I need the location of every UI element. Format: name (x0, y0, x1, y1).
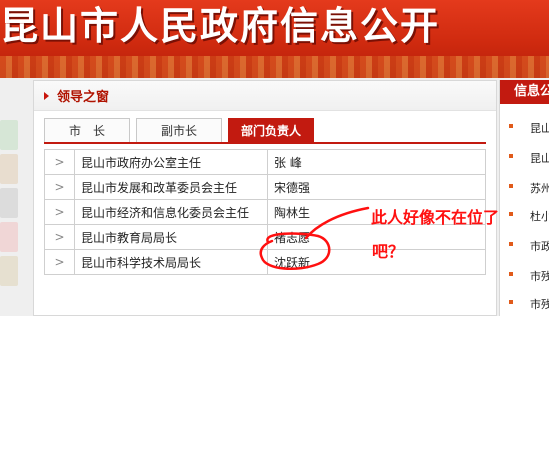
triangle-bullet-icon (44, 91, 49, 100)
table-row[interactable]: > 昆山市政府办公室主任 张 峰 (44, 149, 486, 175)
person-name[interactable]: 宋德强 (267, 174, 486, 200)
chevron-right-icon: > (44, 174, 75, 200)
info-panel-title: 信息公 (500, 80, 549, 104)
info-list-item[interactable]: 市政 (509, 238, 549, 254)
square-bullet-icon (509, 184, 513, 188)
panel-header: 领导之窗 (34, 81, 496, 111)
tab-department-heads[interactable]: 部门负责人 (228, 118, 314, 142)
tab-vice-mayor[interactable]: 副市长 (136, 118, 222, 142)
left-decorative-tiles (0, 120, 22, 316)
department-name[interactable]: 昆山市经济和信息化委员会主任 (74, 199, 268, 225)
square-bullet-icon (509, 212, 513, 216)
person-name[interactable]: 张 峰 (267, 149, 486, 175)
chevron-right-icon: > (44, 199, 75, 225)
department-name[interactable]: 昆山市发展和改革委员会主任 (74, 174, 268, 200)
square-bullet-icon (509, 300, 513, 304)
table-row[interactable]: > 昆山市教育局局长 褚志愿 (44, 224, 486, 250)
annotation-text: 此人好像不在位了 (371, 208, 500, 227)
department-name[interactable]: 昆山市教育局局长 (74, 224, 268, 250)
leader-tabs: 市 长 副市长 部门负责人 (44, 118, 320, 142)
department-name[interactable]: 昆山市政府办公室主任 (74, 149, 268, 175)
square-bullet-icon (509, 272, 513, 276)
leaders-panel: 领导之窗 市 长 副市长 部门负责人 > 昆山市政府办公室主任 张 峰 > 昆山… (33, 80, 497, 316)
info-disclosure-panel: 信息公 昆山 昆山 苏州 杜小 市政 市残 市残 (499, 80, 549, 316)
info-list-item[interactable]: 苏州 (509, 180, 549, 196)
decor-tile (0, 154, 18, 184)
square-bullet-icon (509, 154, 513, 158)
decor-tile (0, 188, 18, 218)
chevron-right-icon: > (44, 249, 75, 275)
decor-tile (0, 222, 18, 252)
square-bullet-icon (509, 242, 513, 246)
info-list-item[interactable]: 昆山 (509, 150, 549, 166)
chevron-right-icon: > (44, 149, 75, 175)
info-list-item[interactable]: 杜小 (509, 208, 549, 224)
site-banner: 昆山市人民政府信息公开 (0, 0, 549, 78)
info-list-item[interactable]: 市残 (509, 268, 549, 284)
table-row[interactable]: > 昆山市科学技术局局长 沈跃新 (44, 249, 486, 275)
info-list-item[interactable]: 昆山 (509, 120, 549, 136)
chevron-right-icon: > (44, 224, 75, 250)
site-title: 昆山市人民政府信息公开 (0, 4, 441, 48)
decor-tile (0, 256, 18, 286)
department-name[interactable]: 昆山市科学技术局局长 (74, 249, 268, 275)
tab-mayor[interactable]: 市 长 (44, 118, 130, 142)
square-bullet-icon (509, 124, 513, 128)
annotation-text: 吧？ (372, 242, 405, 261)
tab-underline (44, 142, 486, 144)
decor-tile (0, 120, 18, 150)
table-row[interactable]: > 昆山市发展和改革委员会主任 宋德强 (44, 174, 486, 200)
info-list-item[interactable]: 市残 (509, 296, 549, 312)
panel-title: 领导之窗 (57, 90, 110, 105)
